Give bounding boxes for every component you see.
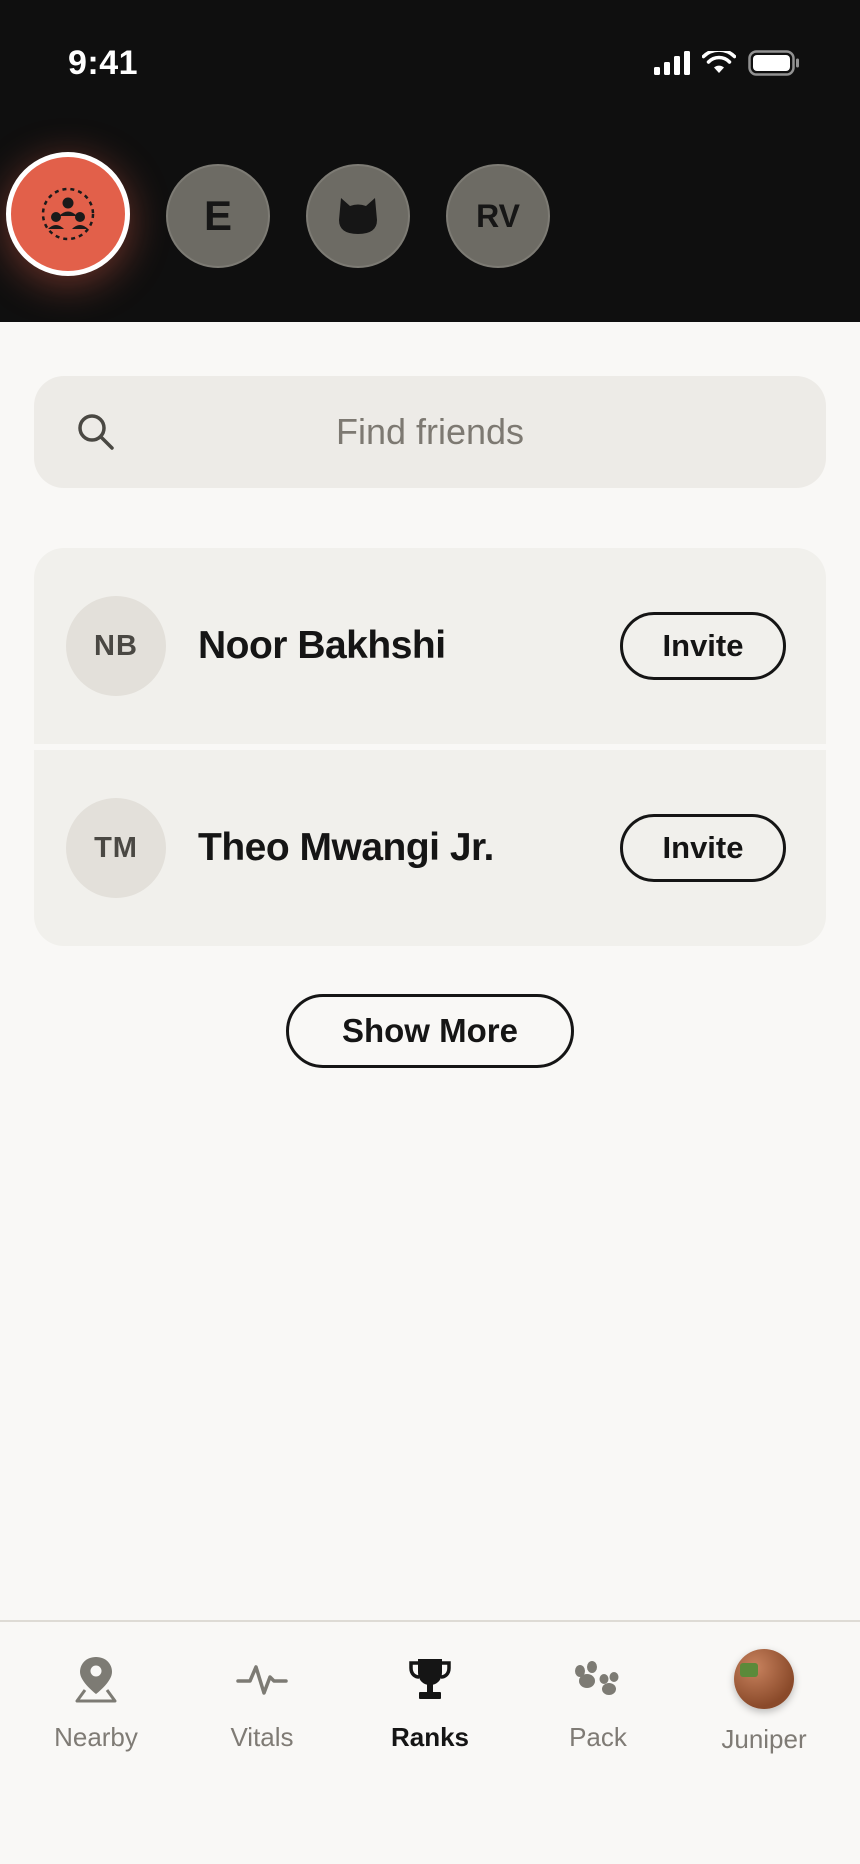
list-item: NB Noor Bakhshi Invite [34, 548, 826, 744]
search-input[interactable] [144, 376, 716, 488]
tab-pack[interactable]: Pack [512, 1652, 684, 1782]
cat-icon [339, 198, 377, 234]
story-avatar-rv[interactable]: RV [446, 164, 550, 268]
tab-label: Juniper [721, 1724, 807, 1754]
tab-vitals[interactable]: Vitals [176, 1652, 348, 1782]
pulse-icon [236, 1665, 288, 1695]
cellular-signal-icon [654, 51, 690, 75]
tab-ranks[interactable]: Ranks [344, 1652, 516, 1782]
tab-nearby[interactable]: Nearby [10, 1652, 182, 1782]
tab-label: Ranks [390, 1722, 470, 1752]
tab-profile[interactable]: Juniper [678, 1649, 850, 1782]
tab-label: Vitals [230, 1722, 294, 1752]
story-avatar-e[interactable]: E [166, 164, 270, 268]
header: 9:41 E RV [0, 0, 860, 322]
friend-name: Theo Mwangi Jr. [198, 826, 494, 869]
trophy-icon [409, 1659, 451, 1699]
status-icons [654, 48, 800, 78]
show-more-button[interactable]: Show More [286, 994, 574, 1068]
stories-row: E RV [0, 150, 860, 280]
tab-label: Pack [569, 1722, 627, 1752]
friend-suggestions-list: NB Noor Bakhshi Invite TM Theo Mwangi Jr… [34, 548, 826, 946]
list-item: TM Theo Mwangi Jr. Invite [34, 750, 826, 946]
avatar: TM [66, 798, 166, 898]
map-pin-icon [75, 1657, 117, 1703]
battery-icon [748, 50, 799, 76]
tab-bar: Nearby Vitals Ranks Pack Juniper [0, 1620, 860, 1864]
invite-button[interactable]: Invite [620, 612, 786, 680]
wifi-icon [702, 51, 736, 73]
story-avatar-cat[interactable] [306, 164, 410, 268]
search-icon [78, 414, 114, 450]
story-group-avatar[interactable] [6, 152, 130, 276]
tab-label: Nearby [54, 1722, 138, 1752]
paw-icon [575, 1661, 619, 1695]
search-bar[interactable] [34, 376, 826, 488]
status-time: 9:41 [68, 44, 139, 82]
avatar: NB [66, 596, 166, 696]
invite-button[interactable]: Invite [620, 814, 786, 882]
group-icon [41, 187, 95, 241]
friend-name: Noor Bakhshi [198, 624, 446, 667]
profile-avatar [734, 1649, 794, 1709]
